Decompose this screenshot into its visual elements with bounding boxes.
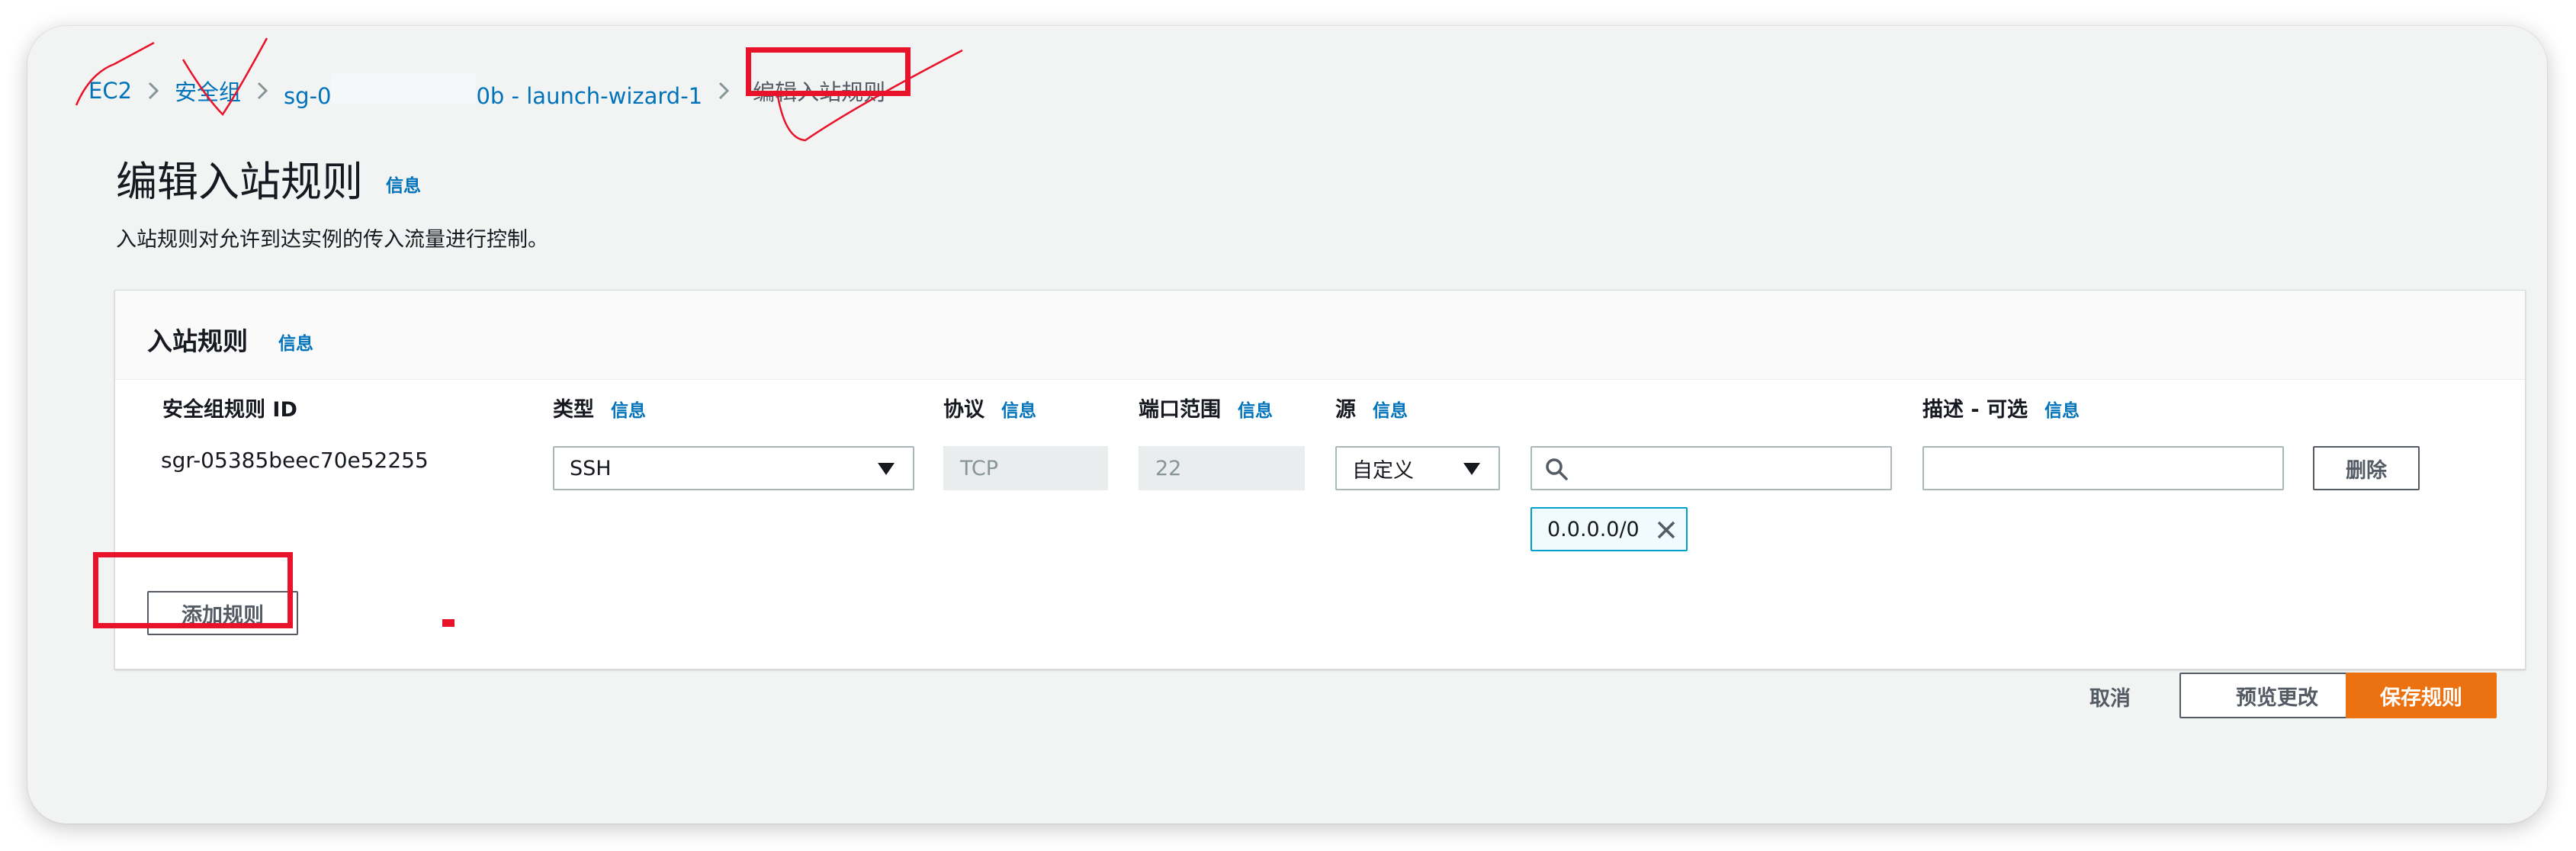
type-select[interactable]: SSH [553, 446, 914, 490]
save-rules-button[interactable]: 保存规则 [2346, 673, 2497, 718]
type-select-value: SSH [570, 456, 612, 480]
annotation-box-breadcrumb [746, 47, 911, 96]
column-header-rule-id: 安全组规则 ID [162, 393, 297, 422]
caret-down-icon [878, 463, 895, 475]
breadcrumb-sg-prefix: sg-0 [284, 82, 332, 109]
search-icon [1546, 458, 1568, 480]
source-token: 0.0.0.0/0 [1531, 507, 1688, 551]
breadcrumb-security-group[interactable]: sg-0 0b - launch-wizard-1 [284, 72, 703, 109]
source-type-select[interactable]: 自定义 [1335, 446, 1500, 490]
column-label: 端口范围 [1139, 398, 1221, 422]
column-label: 安全组规则 ID [162, 398, 297, 422]
panel-info-link[interactable]: 信息 [278, 329, 313, 355]
port-range-field: 22 [1139, 446, 1305, 490]
delete-rule-button[interactable]: 删除 [2313, 446, 2420, 490]
page-description: 入站规则对允许到达实例的传入流量进行控制。 [116, 228, 548, 252]
source-token-label: 0.0.0.0/0 [1547, 517, 1640, 541]
column-label: 协议 [943, 398, 984, 422]
cancel-button[interactable]: 取消 [2089, 682, 2131, 711]
browser-window: EC2 安全组 sg-0 0b - launch-wizard-1 编辑入站规则 … [27, 26, 2547, 824]
chevron-right-icon [132, 82, 175, 100]
chevron-right-icon [241, 82, 284, 100]
page-info-link[interactable]: 信息 [386, 171, 421, 197]
protocol-field: TCP [943, 446, 1108, 490]
redacted-area [331, 72, 477, 104]
caret-down-icon [1463, 463, 1480, 475]
annotation-box-add-rule [93, 552, 293, 628]
info-link[interactable]: 信息 [1238, 401, 1273, 421]
column-label: 源 [1335, 398, 1356, 422]
rule-id: sgr-05385beec70e52255 [161, 448, 429, 473]
column-header-source: 源信息 [1335, 393, 1408, 422]
column-header-port-range: 端口范围 信息 [1139, 393, 1273, 422]
column-header-protocol: 协议 信息 [943, 393, 1036, 422]
column-label: 描述 - 可选 [1922, 398, 2028, 422]
description-input[interactable] [1922, 446, 2284, 490]
source-type-value: 自定义 [1352, 458, 1414, 483]
page-title: 编辑入站规则 [116, 158, 363, 206]
breadcrumb-security-groups[interactable]: 安全组 [175, 75, 241, 107]
panel-title: 入站规则 [147, 326, 248, 356]
column-header-description: 描述 - 可选 信息 [1922, 393, 2080, 422]
inbound-rules-panel: 入站规则 信息 安全组规则 ID 类型 信息 协议 信息 端口范围 信息 源信息 描述… [114, 290, 2526, 670]
chevron-right-icon [702, 82, 745, 100]
info-link[interactable]: 信息 [1001, 401, 1036, 421]
breadcrumb-ec2[interactable]: EC2 [88, 78, 132, 104]
column-header-type: 类型 信息 [553, 393, 646, 422]
panel-header: 入站规则 信息 [115, 291, 2525, 380]
info-link[interactable]: 信息 [2044, 401, 2080, 421]
source-search-input[interactable] [1531, 446, 1892, 490]
close-icon[interactable] [1656, 519, 1677, 541]
info-link[interactable]: 信息 [1373, 401, 1408, 421]
column-label: 类型 [553, 398, 594, 422]
info-link[interactable]: 信息 [611, 401, 646, 421]
breadcrumb-sg-suffix: 0b - launch-wizard-1 [476, 82, 703, 109]
annotation-mark [442, 619, 454, 627]
